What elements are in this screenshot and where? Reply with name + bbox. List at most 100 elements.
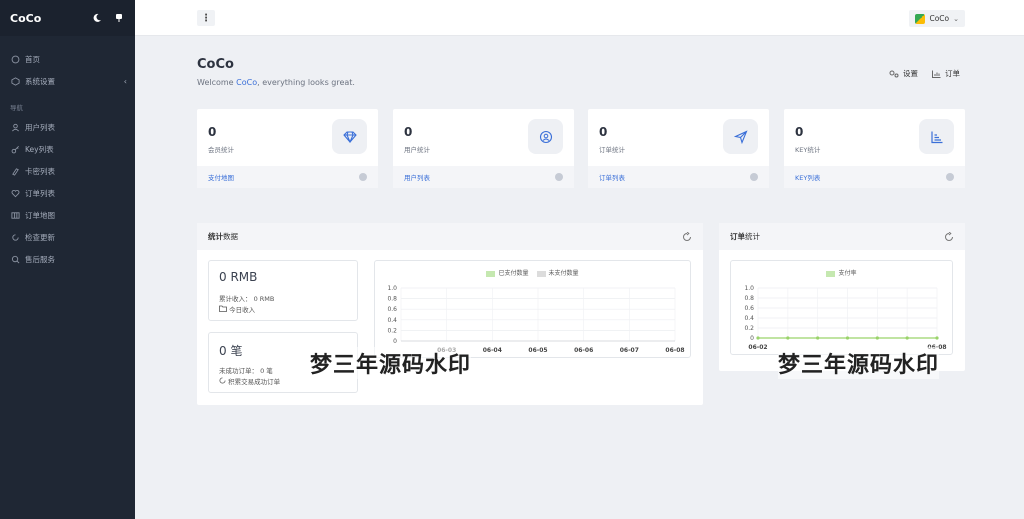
y-tick-label: 0.2: [387, 327, 397, 334]
card-footer-label: 支付地图: [208, 174, 234, 182]
income-total: 0 RMB: [219, 270, 258, 284]
payment-chart-plot: 1.00.80.60.40.2006-0306-0406-0506-0606-0…: [387, 285, 684, 354]
sidebar-item-label: 售后服务: [25, 254, 55, 264]
order-stat-card: 0 订单统计 订单列表: [588, 109, 769, 188]
sidebar-item-settings[interactable]: 系统设置 ‹: [0, 70, 135, 92]
stat-value: 0: [208, 125, 217, 139]
stats-panel-header: 统计 数据: [197, 223, 703, 250]
sidebar-item-update[interactable]: 检查更新: [0, 226, 135, 248]
settings-link[interactable]: 设置: [889, 68, 918, 79]
data-point[interactable]: [905, 336, 909, 340]
refresh-icon[interactable]: [682, 231, 692, 242]
y-tick-label: 0: [393, 338, 397, 345]
income-cumulative: 累计收入： 0 RMB: [219, 295, 275, 303]
payment-chart: 已支付数量 未支付数量 1.00.80.60.40.2006-0306-0406…: [374, 260, 691, 358]
arrow-circle-icon: [750, 173, 758, 181]
moon-icon[interactable]: [91, 12, 103, 24]
folder-icon: [219, 305, 227, 312]
data-point[interactable]: [786, 336, 790, 340]
card-footer-label: 用户列表: [404, 174, 430, 182]
more-menu-button[interactable]: ⋮: [197, 10, 215, 26]
x-tick-label: 06-02: [748, 344, 767, 351]
sidebar-item-cards[interactable]: 卡密列表: [0, 160, 135, 182]
user-icon: [10, 122, 20, 132]
stat-label: 订单统计: [599, 146, 625, 154]
data-point[interactable]: [845, 336, 850, 340]
heart-icon: [10, 188, 20, 198]
y-tick-label: 0.4: [387, 317, 397, 324]
y-tick-label: 0.6: [744, 305, 754, 312]
card-footer-link[interactable]: 支付地图: [197, 166, 378, 188]
sidebar-item-keys[interactable]: Key列表: [0, 138, 135, 160]
y-tick-label: 1.0: [387, 285, 397, 292]
watermark-text: 梦三年源码水印: [778, 347, 940, 379]
panel-title-bold: 订单: [730, 232, 745, 241]
welcome-name[interactable]: CoCo: [236, 78, 257, 87]
stat-label: 用户统计: [404, 146, 430, 154]
data-point[interactable]: [935, 336, 939, 340]
sidebar-item-home[interactable]: 首页: [0, 48, 135, 70]
y-tick-label: 1.0: [744, 285, 754, 292]
income-today: 今日收入: [219, 304, 255, 314]
orders-link[interactable]: 订单: [932, 68, 960, 79]
chevron-left-icon: ‹: [123, 76, 127, 86]
pay-rate-chart: 支付率 1.00.80.60.40.2006-0206-08: [730, 260, 953, 355]
user-stat-card: 0 用户统计 用户列表: [393, 109, 574, 188]
sidebar-header: CoCo: [0, 0, 135, 36]
sidebar-item-users[interactable]: 用户列表: [0, 116, 135, 138]
settings-link-label: 设置: [903, 69, 918, 78]
user-menu-button[interactable]: CoCo ⌄: [909, 10, 965, 27]
y-tick-label: 0.8: [387, 296, 397, 303]
key-stat-card: 0 KEY统计 KEY列表: [784, 109, 965, 188]
x-tick-label: 06-04: [483, 347, 502, 354]
arrow-circle-icon: [359, 173, 367, 181]
arrow-circle-icon: [946, 173, 954, 181]
user-name: CoCo: [929, 14, 950, 23]
watermark-text: 梦三年源码水印: [310, 347, 472, 379]
stat-value: 0: [795, 125, 804, 139]
card-footer-link[interactable]: KEY列表: [784, 166, 965, 188]
sidebar-item-label: Key列表: [25, 144, 54, 154]
card-footer-link[interactable]: 用户列表: [393, 166, 574, 188]
arrow-circle-icon: [555, 173, 563, 181]
pay-rate-chart-plot: 1.00.80.60.40.2006-0206-08: [744, 285, 946, 351]
sidebar-item-label: 用户列表: [25, 122, 55, 132]
orders-success: 积累交易成功订单: [219, 376, 280, 386]
x-tick-label: 06-08: [665, 347, 684, 354]
member-stat-card: 0 会员统计 支付地图: [197, 109, 378, 188]
map-icon: [10, 210, 20, 220]
send-icon: [723, 119, 758, 154]
data-point[interactable]: [816, 336, 820, 340]
y-tick-label: 0.6: [387, 306, 397, 313]
y-tick-label: 0.4: [744, 315, 754, 322]
pin-icon[interactable]: [113, 12, 125, 24]
sidebar-item-label: 订单列表: [25, 188, 55, 198]
panel-title-rest: 统计: [745, 232, 760, 241]
home-icon: [10, 54, 20, 64]
user-circle-icon: [528, 119, 563, 154]
card-footer-label: KEY列表: [795, 174, 821, 182]
data-point[interactable]: [875, 336, 879, 340]
welcome-text: Welcome CoCo, everything looks great.: [197, 78, 355, 87]
card-footer-link[interactable]: 订单列表: [588, 166, 769, 188]
sidebar-item-label: 检查更新: [25, 232, 55, 242]
refresh-icon[interactable]: [944, 231, 954, 242]
x-tick-label: 06-05: [528, 347, 547, 354]
brand-logo[interactable]: CoCo: [10, 12, 81, 25]
chart-icon: [932, 70, 941, 78]
sidebar-item-label: 系统设置: [25, 76, 55, 86]
sidebar-item-service[interactable]: 售后服务: [0, 248, 135, 270]
orders-link-label: 订单: [945, 69, 960, 78]
welcome-prefix: Welcome: [197, 78, 237, 87]
data-point[interactable]: [756, 336, 760, 340]
panel-title-bold: 统计: [208, 232, 223, 241]
sidebar-menu: 首页 系统设置 ‹ 导航 用户列表 Key列表 卡密列表 订单列表 订单地图 检…: [0, 36, 135, 270]
income-today-label: 今日收入: [229, 306, 256, 314]
y-tick-label: 0: [750, 335, 754, 342]
update-icon: [10, 232, 20, 242]
sidebar-item-orders[interactable]: 订单列表: [0, 182, 135, 204]
stat-value: 0: [404, 125, 413, 139]
x-tick-label: 06-06: [574, 347, 593, 354]
sidebar-item-label: 订单地图: [25, 210, 55, 220]
sidebar-item-order-map[interactable]: 订单地图: [0, 204, 135, 226]
